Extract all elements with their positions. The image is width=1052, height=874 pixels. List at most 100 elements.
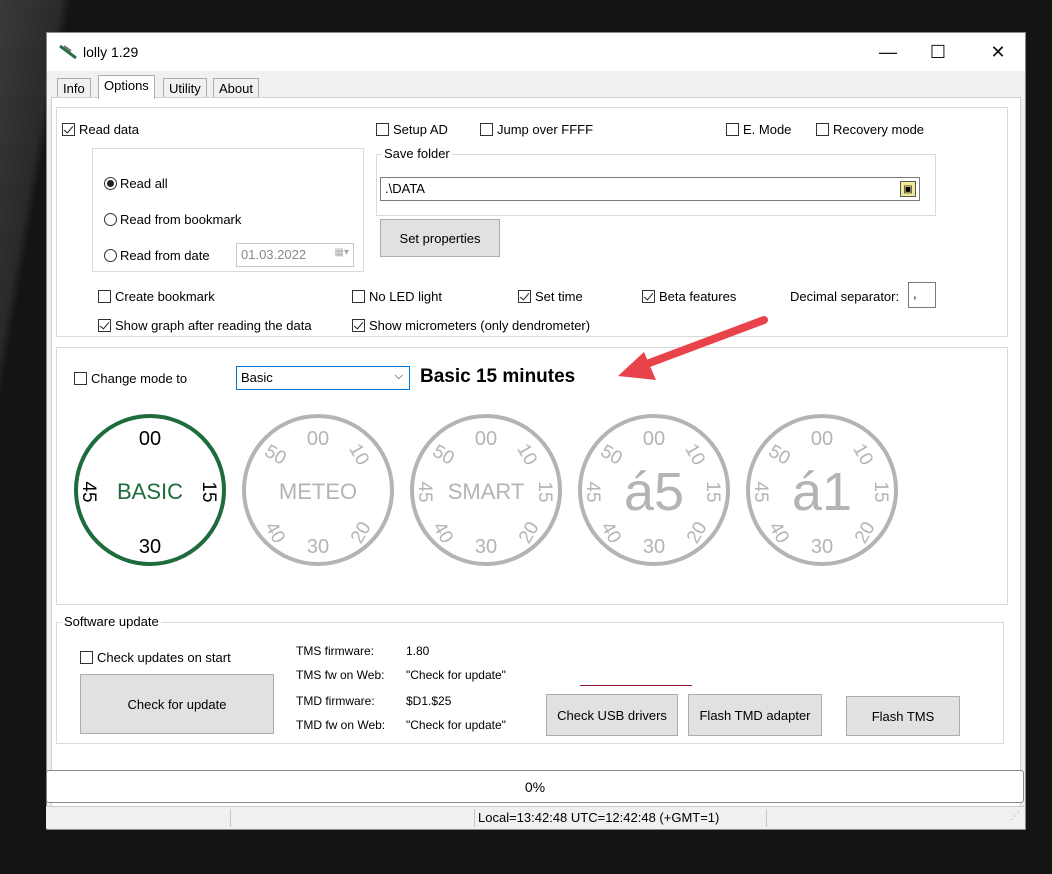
create-bookmark-label: Create bookmark: [115, 289, 215, 304]
dial-tick-top: 00: [307, 428, 329, 450]
read-bookmark-radio-dot: [104, 213, 117, 226]
e-mode-check: [726, 123, 739, 136]
change-mode-check: [74, 372, 87, 385]
read-date-value: 01.03.2022: [241, 247, 307, 262]
flash-tms-button[interactable]: Flash TMS: [846, 696, 960, 736]
show-micrometers-check: [352, 319, 365, 332]
read-all-radio[interactable]: Read all: [104, 176, 168, 191]
set-time-checkbox[interactable]: Set time: [518, 289, 583, 304]
read-bookmark-label: Read from bookmark: [120, 212, 242, 227]
set-properties-button[interactable]: Set properties: [380, 219, 500, 257]
check-on-start-label: Check updates on start: [97, 650, 231, 665]
no-led-checkbox[interactable]: No LED light: [352, 289, 442, 304]
recovery-mode-check: [816, 123, 829, 136]
software-update-legend: Software update: [62, 614, 161, 629]
read-all-label: Read all: [120, 176, 168, 191]
setup-ad-check: [376, 123, 389, 136]
no-led-check: [352, 290, 365, 303]
progress-text: 0%: [524, 779, 546, 795]
resize-grip-icon[interactable]: ⋰: [1010, 811, 1020, 822]
tms-firmware-value: 1.80: [406, 644, 430, 658]
status-divider: [766, 809, 767, 827]
maximize-button[interactable]: ☐: [915, 33, 961, 71]
tab-options[interactable]: Options: [98, 75, 155, 99]
tab-about[interactable]: About: [213, 78, 259, 98]
read-bookmark-radio[interactable]: Read from bookmark: [104, 212, 241, 227]
read-date-radio[interactable]: Read from date: [104, 248, 210, 263]
dial-tick-top: 00: [475, 428, 497, 450]
tab-utility[interactable]: Utility: [163, 78, 207, 98]
tab-info[interactable]: Info: [57, 78, 91, 98]
dial-tick-top: 00: [139, 428, 161, 450]
dial-tick-right: 15: [702, 481, 723, 502]
recovery-mode-label: Recovery mode: [833, 122, 925, 137]
dial-center-label: METEO: [279, 479, 357, 504]
save-folder-value: .\DATA: [385, 181, 425, 196]
title-bar: lolly 1.29 — ☐ ✕: [47, 33, 1025, 71]
tms-firmware-label: TMS firmware:: [296, 644, 374, 658]
mode-select-value: Basic: [241, 370, 273, 385]
minimize-button[interactable]: —: [865, 33, 911, 71]
show-graph-label: Show graph after reading the data: [115, 318, 312, 333]
e-mode-checkbox[interactable]: E. Mode: [726, 122, 791, 137]
dial-center-label: á1: [792, 462, 852, 522]
change-mode-checkbox[interactable]: Change mode to: [74, 371, 187, 386]
show-graph-checkbox[interactable]: Show graph after reading the data: [98, 318, 312, 333]
show-micrometers-checkbox[interactable]: Show micrometers (only dendrometer): [352, 318, 590, 333]
options-panel: Read data Read all Read from bookmark Re…: [51, 97, 1021, 825]
close-button[interactable]: ✕: [975, 33, 1021, 71]
folder-open-icon[interactable]: ▣: [900, 181, 916, 197]
dial-tick-bottom: 30: [643, 536, 665, 558]
status-time: Local=13:42:48 UTC=12:42:48 (+GMT=1): [478, 810, 720, 825]
decimal-separator-value: ,: [913, 286, 917, 301]
mode-dial-á1[interactable]: á1003045 1550 1040 20: [746, 414, 898, 566]
tms-web-label: TMS fw on Web:: [296, 668, 385, 682]
mode-dial-meteo[interactable]: METEO003050 1040 20: [242, 414, 394, 566]
check-for-update-button[interactable]: Check for update: [80, 674, 274, 734]
mode-select[interactable]: Basic ⌵: [236, 366, 410, 390]
app-window: lolly 1.29 — ☐ ✕ Info Options Utility Ab…: [46, 32, 1026, 830]
mode-dial-á5[interactable]: á5003045 1550 1040 20: [578, 414, 730, 566]
tmd-firmware-label: TMD firmware:: [296, 694, 375, 708]
dial-tick-left: 45: [414, 481, 435, 502]
dial-tick-bottom: 30: [139, 536, 161, 558]
dial-tick-left: 45: [78, 481, 99, 502]
dial-tick-bottom: 30: [811, 536, 833, 558]
save-folder-input[interactable]: .\DATA: [380, 177, 920, 201]
app-icon: [59, 45, 77, 59]
status-divider: [230, 809, 231, 827]
dial-center-label: BASIC: [117, 479, 183, 504]
dial-center-label: SMART: [448, 479, 525, 504]
check-usb-drivers-button[interactable]: Check USB drivers: [546, 694, 678, 736]
dial-tick-bottom: 30: [475, 536, 497, 558]
decimal-separator-label: Decimal separator:: [790, 289, 900, 304]
dial-tick-top: 00: [811, 428, 833, 450]
read-date-radio-dot: [104, 249, 117, 262]
read-data-checkbox[interactable]: Read data: [62, 122, 139, 137]
decimal-separator-input[interactable]: ,: [908, 282, 936, 308]
dial-tick-right: 15: [870, 481, 891, 502]
tmd-firmware-value: $D1.$25: [406, 694, 452, 708]
dial-center-label: á5: [624, 462, 684, 522]
chevron-down-icon: ⌵: [394, 370, 403, 382]
create-bookmark-check: [98, 290, 111, 303]
recovery-mode-checkbox[interactable]: Recovery mode: [816, 122, 924, 137]
status-divider: [474, 809, 475, 827]
calendar-dropdown-icon: ▦▾: [334, 247, 349, 258]
show-micrometers-label: Show micrometers (only dendrometer): [369, 318, 591, 333]
setup-ad-checkbox[interactable]: Setup AD: [376, 122, 448, 137]
read-date-picker[interactable]: 01.03.2022 ▦▾: [236, 243, 354, 267]
tmd-web-label: TMD fw on Web:: [296, 718, 386, 732]
mode-dial-smart[interactable]: SMART003045 1550 1040 20: [410, 414, 562, 566]
jump-ffff-checkbox[interactable]: Jump over FFFF: [480, 122, 593, 137]
dial-tick-right: 15: [534, 481, 555, 502]
check-on-start-checkbox[interactable]: Check updates on start: [80, 650, 231, 665]
read-date-label: Read from date: [120, 248, 210, 263]
tms-web-value: "Check for update": [406, 668, 506, 682]
flash-tmd-adapter-button[interactable]: Flash TMD adapter: [688, 694, 822, 736]
create-bookmark-checkbox[interactable]: Create bookmark: [98, 289, 215, 304]
jump-ffff-label: Jump over FFFF: [497, 122, 594, 137]
separator-line: [580, 685, 692, 686]
mode-dial-basic[interactable]: BASIC 00 30 45 15: [74, 414, 226, 566]
no-led-label: No LED light: [369, 289, 442, 304]
